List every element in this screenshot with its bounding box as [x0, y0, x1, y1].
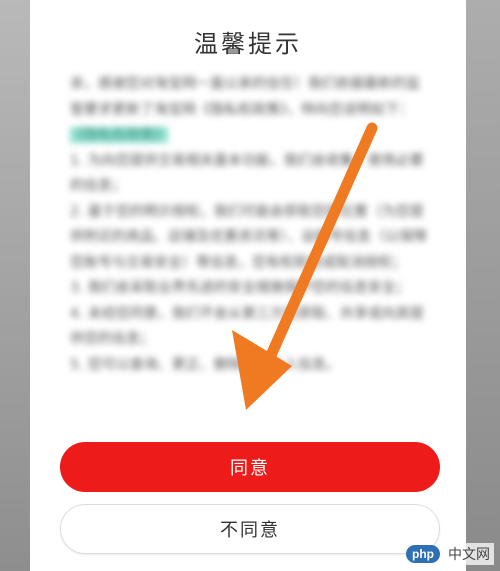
watermark-badge: php — [406, 545, 440, 563]
watermark: php 中文网 — [406, 543, 494, 565]
watermark-site: 中文网 — [444, 543, 494, 565]
dialog-title: 温馨提示 — [194, 30, 302, 58]
backdrop-left — [0, 0, 30, 571]
dialog-body-text: 亲，感谢您对淘宝网一直以来的信任！我们依据最新的监管要求更新了淘宝网《隐私权政策… — [70, 72, 430, 432]
body-paragraph-3: 3. 我们会采取业界先进的安全措施保护您的信息安全； — [70, 280, 410, 296]
body-paragraph-4: 4. 未经您同意，我们不会从第三方处获取、共享或向其提供您的信息； — [70, 305, 424, 348]
body-intro-text: 亲，感谢您对淘宝网一直以来的信任！我们依据最新的监管要求更新了淘宝网《隐私权政策… — [70, 76, 420, 118]
body-paragraph-intro: 亲，感谢您对淘宝网一直以来的信任！我们依据最新的监管要求更新了淘宝网《隐私权政策… — [70, 72, 430, 149]
agree-button[interactable]: 同意 — [60, 442, 440, 492]
backdrop-right — [466, 0, 500, 571]
privacy-policy-link[interactable]: 《隐私权政策》 — [70, 127, 168, 143]
body-paragraph-1: 1. 为向您提供交易相关基本功能，我们会收集、使用必要的信息； — [70, 152, 424, 195]
body-paragraph-5: 5. 您可以查询、更正、删除您的个人信息。 — [70, 356, 340, 373]
disagree-button[interactable]: 不同意 — [60, 504, 440, 554]
body-paragraph-2: 2. 基于您的明示授权，我们可能会获取您的位置（为您提供附近的商品、店铺及优惠资… — [70, 203, 427, 271]
